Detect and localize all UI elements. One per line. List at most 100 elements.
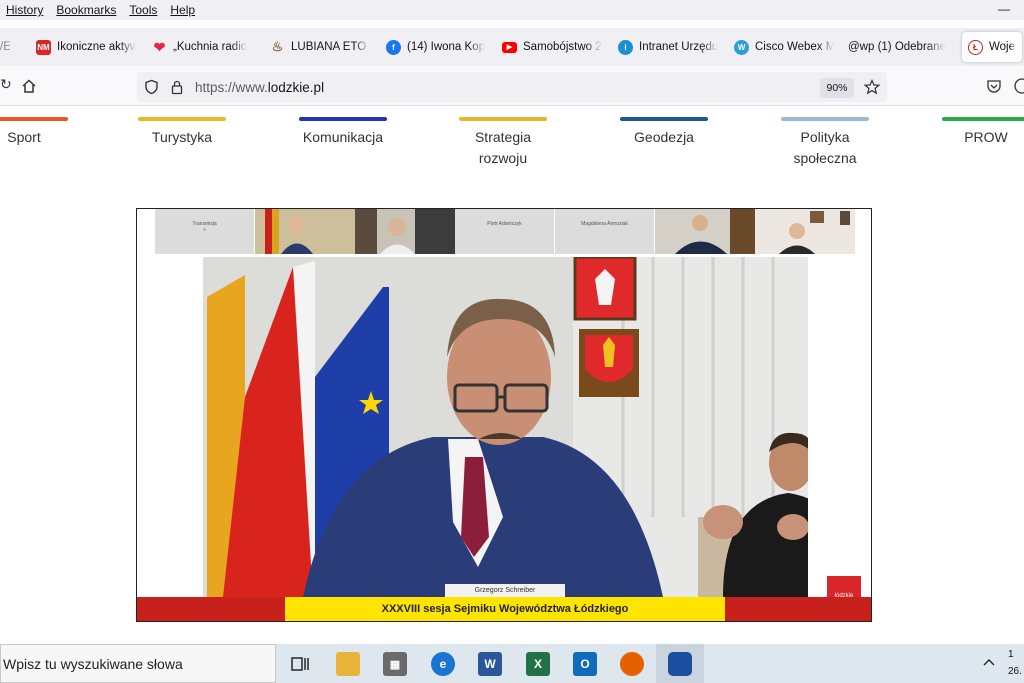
tab-youtube[interactable]: ▶ Samobójstwo 2: [496, 32, 608, 62]
store-icon[interactable]: ▦: [383, 652, 407, 676]
tab-lodzkie-active[interactable]: Ł Wojew: [962, 32, 1022, 62]
facebook-favicon: f: [386, 39, 401, 55]
tab-ikoniczne[interactable]: NM Ikoniczne aktyw: [30, 32, 142, 62]
tab-webex[interactable]: W Cisco Webex M: [728, 32, 840, 62]
category-bar: [620, 117, 708, 121]
menu-tools[interactable]: Tools: [129, 3, 157, 17]
ticker-text: XXXVIII sesja Sejmiku Województwa Łódzki…: [285, 597, 725, 621]
clock-time: 1: [1008, 649, 1014, 660]
category-strategia-rozwoju[interactable]: Strategia rozwoju: [459, 117, 547, 169]
outlook-icon[interactable]: O: [573, 652, 597, 676]
tab-label: /E: [0, 41, 11, 53]
participant-tile: [655, 209, 755, 254]
shield-icon[interactable]: [144, 79, 159, 95]
heart-favicon: ❤: [153, 38, 166, 55]
tab-facebook[interactable]: f (14) Iwona Kop: [380, 32, 492, 62]
edge-icon[interactable]: e: [431, 652, 455, 676]
participant-tile: Transmisja »: [155, 209, 255, 254]
firefox-icon[interactable]: [620, 652, 644, 676]
video-player[interactable]: Transmisja » Piotr Adamczyk Magdalena Am…: [136, 208, 872, 622]
tab-label: Cisco Webex M: [755, 41, 834, 53]
category-bar: [459, 117, 547, 121]
participant-tile: [255, 209, 355, 254]
speaker-nameplate: Grzegorz Schreiber: [445, 584, 565, 597]
participant-tile: [755, 209, 855, 254]
category-label: Strategia rozwoju: [474, 129, 532, 166]
lodzkie-favicon: Ł: [968, 39, 983, 55]
windows-taskbar: Wpisz tu wyszukiwane słowa ▦ e W X O 1 2…: [0, 644, 1024, 683]
participant-video-icon: [755, 209, 855, 254]
webex-favicon: W: [734, 39, 749, 55]
hat-favicon: ♨: [271, 39, 284, 54]
tab-kuchnia[interactable]: ❤ „Kuchnia radio: [146, 32, 258, 62]
search-placeholder: Wpisz tu wyszukiwane słowa: [3, 655, 183, 672]
tab-label: Intranet Urzędu: [639, 41, 718, 53]
minimize-button[interactable]: —: [998, 2, 1010, 16]
category-geodezja[interactable]: Geodezja: [620, 117, 708, 148]
tab-intranet[interactable]: i Intranet Urzędu: [612, 32, 724, 62]
lock-icon[interactable]: [171, 80, 183, 95]
participant-video-icon: [655, 209, 755, 254]
participant-tile: Piotr Adamczyk: [455, 209, 555, 254]
menu-help[interactable]: Help: [170, 3, 195, 17]
url-bar[interactable]: https://www. lodzkie.pl: [137, 72, 887, 102]
tab-label: Ikoniczne aktyw: [57, 41, 136, 53]
bookmark-star-icon[interactable]: [864, 79, 880, 95]
pocket-icon[interactable]: [986, 79, 1002, 94]
system-clock[interactable]: 1 26.: [1008, 646, 1024, 680]
menu-bar: History Bookmarks Tools Help: [0, 0, 1024, 20]
category-bar: [0, 117, 68, 121]
category-turystyka[interactable]: Turystyka: [138, 117, 226, 148]
tab-label: LUBIANA ETO T: [291, 41, 370, 53]
tab-strip: /E NM Ikoniczne aktyw ❤ „Kuchnia radio ♨…: [0, 28, 1024, 66]
category-bar: [942, 117, 1024, 121]
tab-label: Samobójstwo 2: [523, 41, 602, 53]
nm-favicon: NM: [36, 39, 51, 55]
tab-lubiana[interactable]: ♨ LUBIANA ETO T: [264, 32, 376, 62]
participant-video-icon: [355, 209, 455, 254]
category-komunikacja[interactable]: Komunikacja: [299, 117, 387, 148]
task-view-icon[interactable]: [288, 652, 312, 676]
category-bar: [781, 117, 869, 121]
tab-label: @wp (1) Odebrane: [848, 41, 946, 53]
navigation-bar: ↻ https://www. lodzkie.pl: [0, 66, 1024, 106]
participant-name: Piotr Adamczyk: [487, 221, 522, 227]
youtube-favicon: ▶: [502, 41, 517, 53]
excel-icon[interactable]: X: [526, 652, 550, 676]
taskbar-search-input[interactable]: Wpisz tu wyszukiwane słowa: [0, 644, 276, 683]
tab-wp-mail[interactable]: @wp (1) Odebrane: [844, 32, 956, 62]
category-label: Turystyka: [151, 129, 213, 145]
menu-bookmarks[interactable]: Bookmarks: [56, 3, 116, 17]
category-label: Geodezja: [634, 129, 694, 145]
clock-date: 26.: [1008, 666, 1022, 677]
category-prow[interactable]: PROW: [942, 117, 1024, 148]
category-label: Sport: [7, 129, 41, 145]
home-icon[interactable]: [21, 78, 37, 94]
participant-name: Magdalena Amroziak: [581, 221, 628, 227]
word-icon[interactable]: W: [478, 652, 502, 676]
menu-history[interactable]: History: [6, 3, 43, 17]
tab-label: (14) Iwona Kop: [407, 41, 485, 53]
zoom-level-button[interactable]: 90%: [820, 78, 854, 98]
intranet-favicon: i: [618, 39, 633, 55]
participant-tile: [355, 209, 455, 254]
tab-label: „Kuchnia radio: [173, 41, 248, 53]
tab-partial[interactable]: /E: [0, 32, 22, 62]
chevron-up-icon[interactable]: [982, 657, 996, 667]
reload-icon[interactable]: ↻: [0, 76, 12, 93]
category-label: Polityka społeczna: [793, 129, 857, 166]
account-icon[interactable]: [1014, 78, 1024, 94]
category-label: Komunikacja: [302, 129, 384, 145]
webex-app-icon[interactable]: [668, 652, 692, 676]
url-scheme: https://www.: [195, 79, 268, 95]
category-label: PROW: [964, 129, 1008, 145]
category-bar: [138, 117, 226, 121]
participant-video-icon: [255, 209, 355, 254]
category-bar: [299, 117, 387, 121]
category-polityka-spoleczna[interactable]: Polityka społeczna: [781, 117, 869, 169]
url-host: lodzkie.pl: [267, 79, 325, 95]
tab-label: Wojew: [989, 41, 1016, 53]
category-sport[interactable]: Sport: [0, 117, 68, 148]
file-explorer-icon[interactable]: [336, 652, 360, 676]
ticker-bar: XXXVIII sesja Sejmiku Województwa Łódzki…: [137, 597, 871, 621]
